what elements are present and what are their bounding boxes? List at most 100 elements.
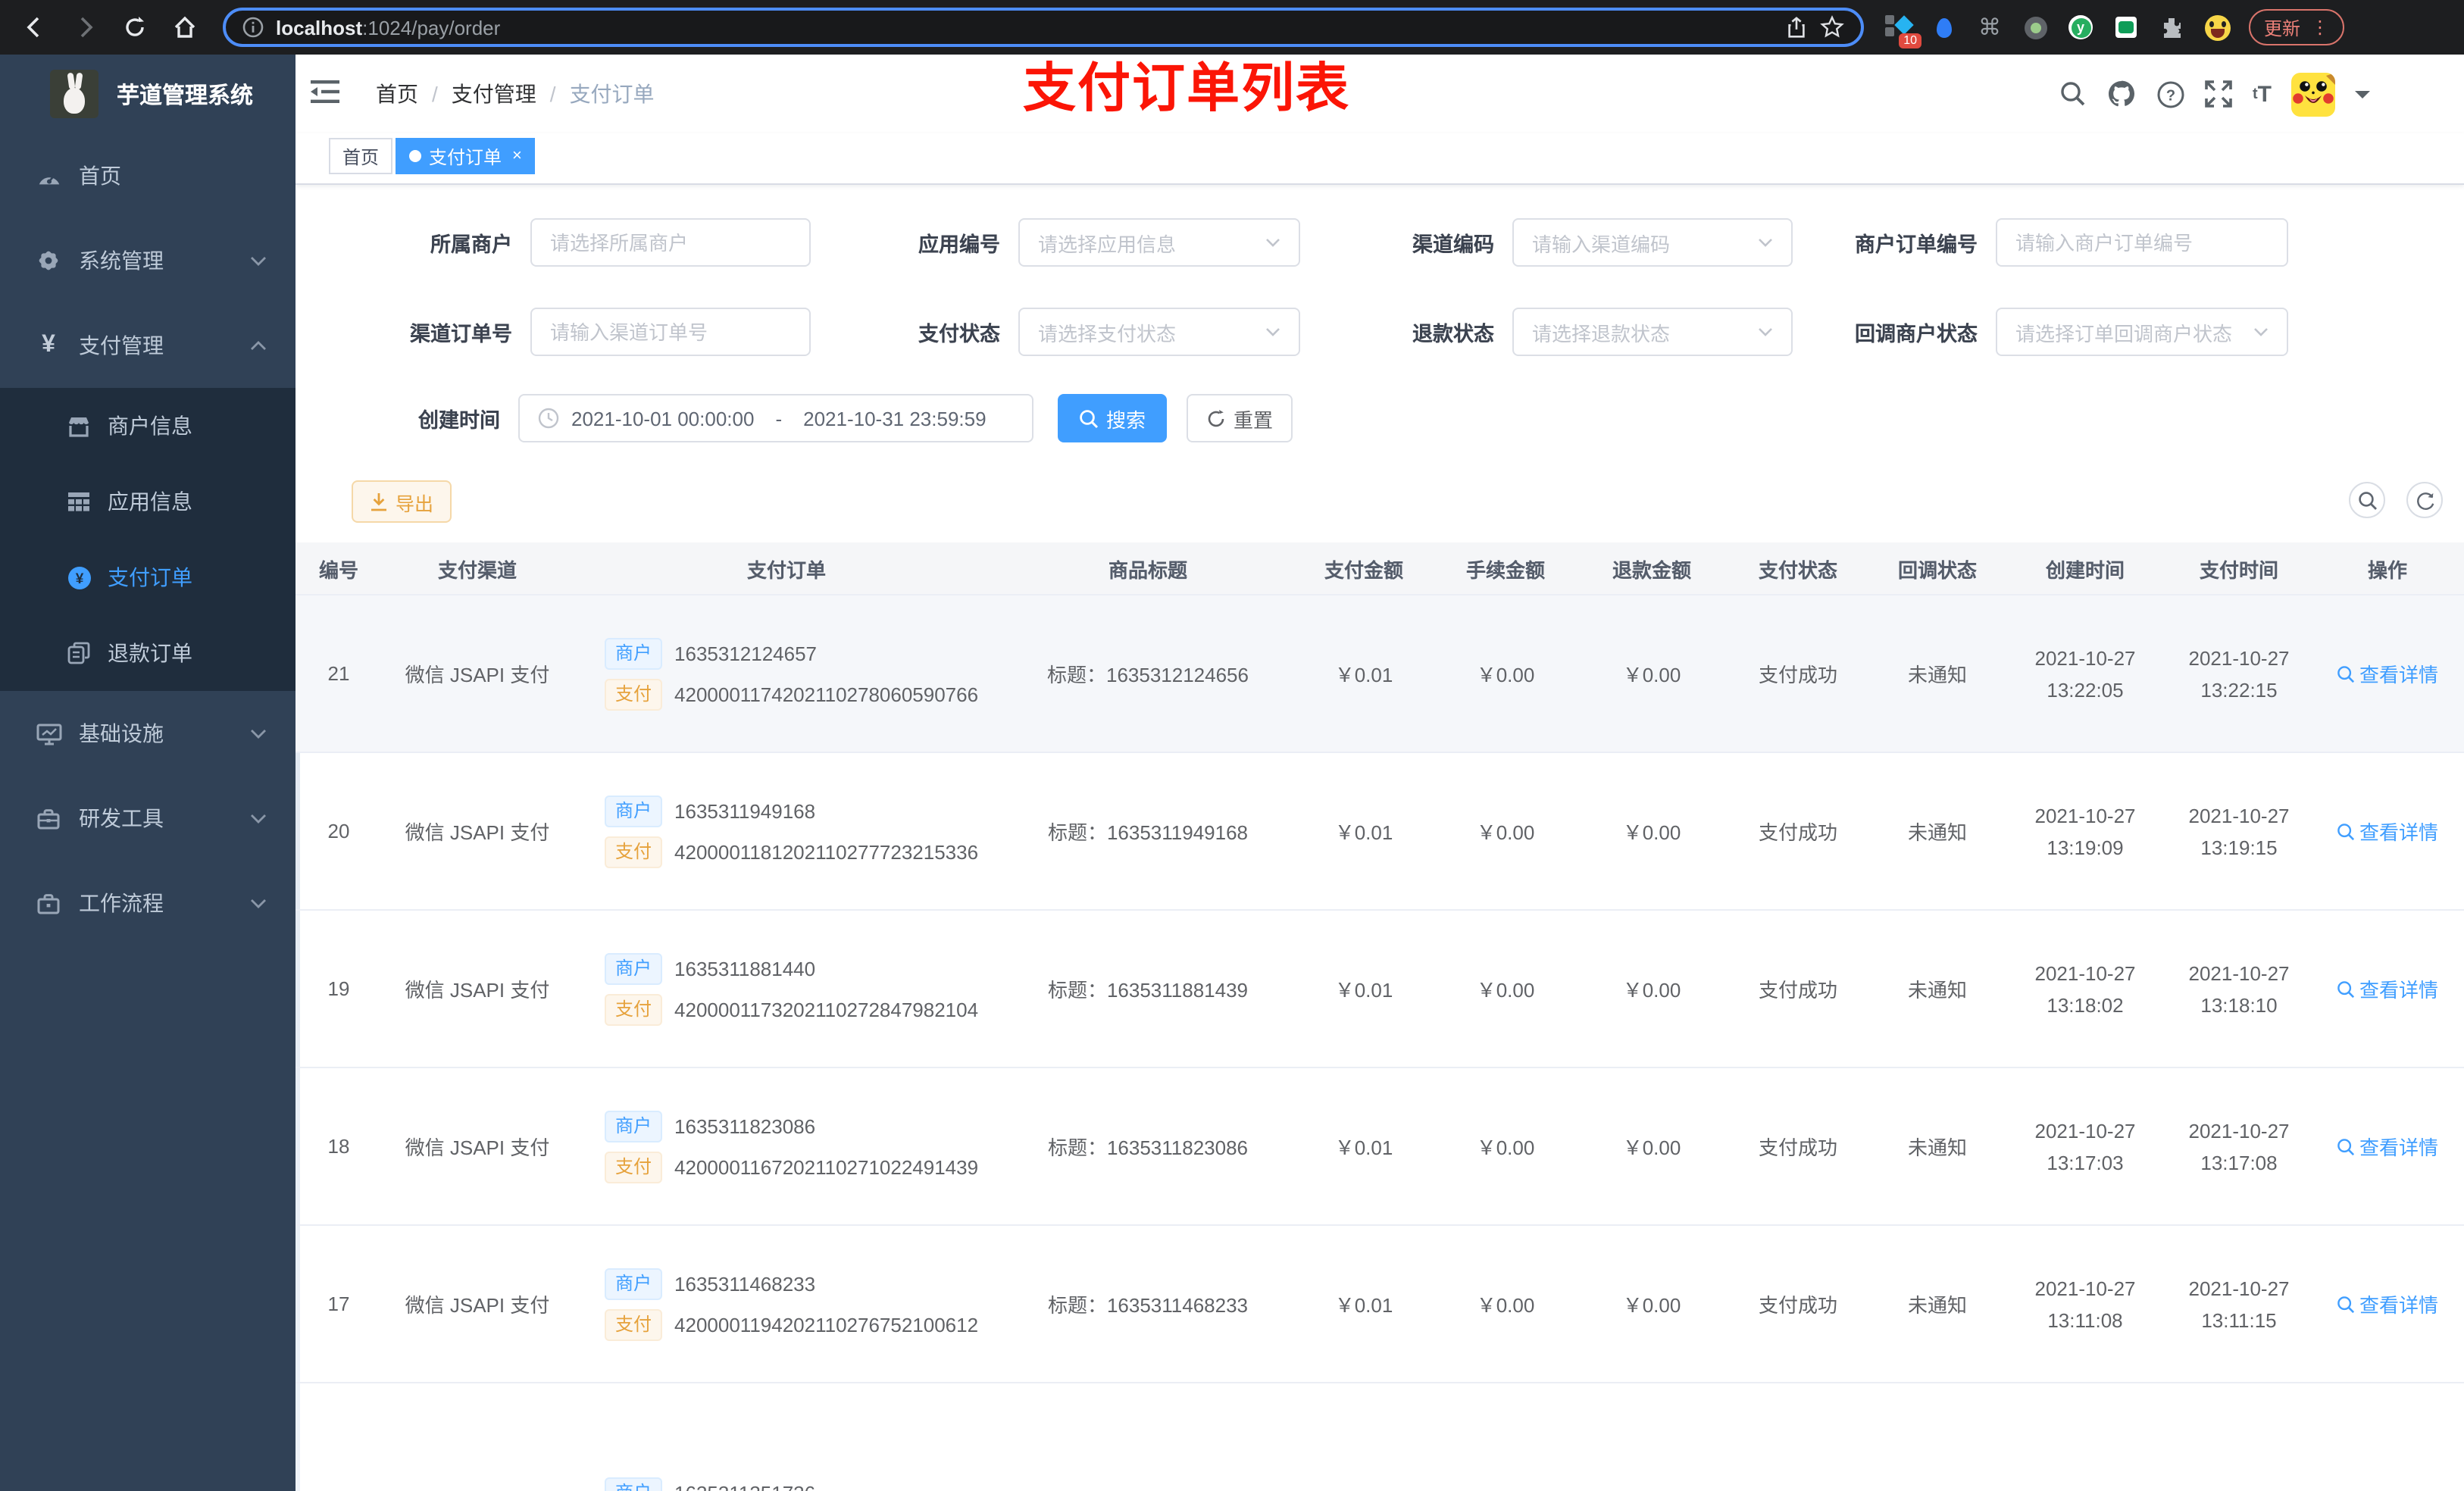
gear-icon [35, 248, 62, 273]
select-arrow-icon [1265, 327, 1280, 336]
filter-create-time: 创建时间 2021-10-01 00:00:00 - 2021-10-31 23… [303, 394, 1033, 442]
command-extension-icon[interactable]: ⌘ [1976, 14, 2003, 41]
view-icon [2337, 1296, 2355, 1313]
store-icon [65, 414, 92, 437]
view-detail-link[interactable]: 查看详情 [2337, 817, 2438, 846]
tab-pay-order[interactable]: 支付订单 × [396, 138, 536, 174]
filter-channel-code: 渠道编码 请输入渠道编码 [1297, 218, 1793, 267]
home-icon[interactable] [170, 12, 200, 42]
active-tab-dot [409, 150, 421, 162]
app-logo [50, 70, 98, 118]
table-search-toggle-button[interactable] [2349, 482, 2385, 518]
sidebar-item-refund-order[interactable]: 退款订单 [0, 615, 295, 691]
pay-tag: 支付 [605, 1308, 663, 1340]
help-icon[interactable]: ? [2157, 80, 2186, 108]
bookmark-star-icon[interactable] [1820, 15, 1844, 39]
sidebar-item-system[interactable]: 系统管理 [0, 218, 295, 303]
back-icon[interactable] [20, 12, 50, 42]
breadcrumb-payment[interactable]: 支付管理 [452, 79, 536, 109]
date-range-input[interactable]: 2021-10-01 00:00:00 - 2021-10-31 23:59:5… [518, 394, 1033, 442]
pay-status-select[interactable]: 请选择支付状态 [1018, 308, 1300, 356]
reset-button[interactable]: 重置 [1187, 394, 1293, 442]
user-avatar[interactable] [2291, 72, 2335, 116]
view-detail-link[interactable]: 查看详情 [2337, 659, 2438, 688]
browser-update-button[interactable]: 更新 ⋮ [2249, 9, 2345, 45]
briefcase-icon [35, 892, 62, 914]
forward-icon[interactable] [70, 12, 100, 42]
merchant-tag: 商户 [605, 1477, 663, 1491]
yen-circle-icon: ¥ [65, 564, 92, 590]
font-size-icon[interactable]: tT [2253, 81, 2272, 107]
view-detail-link[interactable]: 查看详情 [2337, 1289, 2438, 1318]
navbar-actions: ? tT [2060, 55, 2370, 133]
view-detail-link[interactable]: 查看详情 [2337, 1132, 2438, 1161]
table-row[interactable]: 19 微信 JSAPI 支付 商户 1635311881440 支付 4200001… [295, 910, 2464, 1068]
app-select[interactable]: 请选择应用信息 [1018, 218, 1300, 267]
view-icon [2337, 823, 2355, 840]
chevron-down-icon [250, 728, 267, 739]
chevron-down-icon [250, 898, 267, 908]
sidebar-item-infra[interactable]: 基础设施 [0, 691, 295, 776]
sidebar-item-workflow[interactable]: 工作流程 [0, 861, 295, 946]
merchant-tag: 商户 [605, 795, 663, 827]
address-bar[interactable]: localhost:1024/pay/order [223, 8, 1864, 47]
dashboard-icon [35, 164, 62, 187]
recorder-extension-icon[interactable] [2022, 14, 2049, 41]
search-button[interactable]: 搜索 [1058, 394, 1167, 442]
app-title: 芋道管理系统 [117, 83, 254, 108]
collapse-sidebar-icon[interactable] [311, 79, 339, 105]
browser-menu-icon[interactable]: ⋮ [2311, 17, 2329, 38]
sidebar-item-devtools[interactable]: 研发工具 [0, 776, 295, 861]
filter-notify-status: 回调商户状态 请选择订单回调商户状态 [1781, 308, 2288, 356]
svg-text:?: ? [2167, 86, 2176, 103]
sidebar-item-merchant-info[interactable]: 商户信息 [0, 388, 295, 464]
table-row[interactable]: 18 微信 JSAPI 支付 商户 1635311823086 支付 4200001… [295, 1067, 2464, 1226]
view-detail-link[interactable]: 查看详情 [2337, 974, 2438, 1003]
tab-home[interactable]: 首页 [329, 138, 393, 174]
table-refresh-button[interactable] [2406, 482, 2443, 518]
sidebar-item-pay-order[interactable]: ¥ 支付订单 [0, 539, 295, 615]
table-row[interactable]: 20 微信 JSAPI 支付 商户 1635311949168 支付 4200001… [295, 752, 2464, 911]
chat-extension-icon[interactable] [2112, 14, 2140, 41]
balloon-extension-icon[interactable] [1931, 14, 1958, 41]
toolbox-icon [35, 807, 62, 830]
emoji-extension-icon[interactable] [2203, 14, 2231, 41]
filter-merchant: 所属商户 [315, 218, 811, 267]
app-logo-row[interactable]: 芋道管理系统 [0, 55, 295, 118]
share-icon[interactable] [1785, 16, 1808, 39]
extension-badge: 10 [1899, 33, 1921, 48]
refund-status-select[interactable]: 请选择退款状态 [1512, 308, 1793, 356]
search-icon [1080, 409, 1099, 428]
table-row[interactable]: 17 微信 JSAPI 支付 商户 1635311468233 支付 4200001… [295, 1225, 2464, 1383]
fullscreen-icon[interactable] [2206, 80, 2233, 108]
extensions-row: 10 ⌘ y [1885, 14, 2231, 48]
refresh-icon [1208, 409, 1224, 427]
sidebar-item-payment[interactable]: ¥ 支付管理 [0, 303, 295, 388]
channel-order-no-input[interactable] [530, 308, 811, 356]
chevron-up-icon [250, 340, 267, 351]
merchant-tag: 商户 [605, 952, 663, 984]
notify-status-select[interactable]: 请选择订单回调商户状态 [1996, 308, 2288, 356]
sidebar-item-home[interactable]: 首页 [0, 133, 295, 218]
header-search-icon[interactable] [2060, 80, 2087, 108]
close-tab-icon[interactable]: × [512, 147, 522, 165]
select-arrow-icon [1758, 238, 1773, 247]
avatar-caret-icon[interactable] [2355, 90, 2370, 105]
reload-icon[interactable] [120, 12, 150, 42]
view-icon [2337, 665, 2355, 683]
view-icon [2337, 1138, 2355, 1155]
table-row[interactable]: 21 微信 JSAPI 支付 商户 1635312124657 支付 4200001… [295, 595, 2464, 753]
table-row-partial[interactable]: 商户1635311351736 [295, 1383, 2464, 1491]
filter-refund-status: 退款状态 请选择退款状态 [1297, 308, 1793, 356]
pay-tag: 支付 [605, 1151, 663, 1183]
github-icon[interactable] [2107, 79, 2137, 109]
merchant-input[interactable] [530, 218, 811, 267]
sidebar-item-app-info[interactable]: 应用信息 [0, 464, 295, 539]
merchant-order-no-input[interactable] [1996, 218, 2288, 267]
puzzle-extensions-icon[interactable] [2158, 14, 2185, 41]
breadcrumb-home[interactable]: 首页 [376, 79, 418, 109]
tag-assistant-extension-icon[interactable]: 10 [1885, 14, 1921, 48]
channel-code-select[interactable]: 请输入渠道编码 [1512, 218, 1793, 267]
export-button[interactable]: 导出 [352, 480, 452, 523]
y-extension-icon[interactable]: y [2067, 14, 2094, 41]
